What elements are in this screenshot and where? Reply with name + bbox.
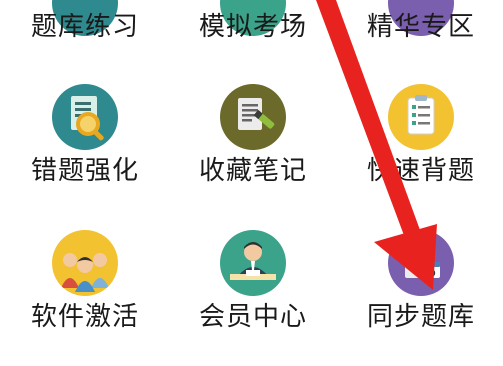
people-icon — [52, 230, 118, 296]
tile-sync[interactable]: 20 同步题库 — [346, 230, 496, 340]
magnifier-document-icon — [52, 84, 118, 150]
calendar-day-text: 20 — [424, 269, 436, 278]
tile-quick-label: 快速背题 — [366, 156, 475, 186]
tile-practice[interactable]: 题库练习 — [10, 0, 160, 42]
tile-practice-label: 题库练习 — [30, 12, 139, 42]
tile-exam-label: 模拟考场 — [198, 12, 307, 42]
person-desk-icon — [220, 230, 286, 296]
tile-notes[interactable]: 收藏笔记 — [178, 84, 328, 194]
tile-member-label: 会员中心 — [198, 302, 307, 332]
tile-essence[interactable]: 精华专区 — [346, 0, 496, 42]
tile-activate-label: 软件激活 — [30, 302, 139, 332]
tile-activate[interactable]: 软件激活 — [10, 230, 160, 340]
tile-exam[interactable]: 模拟考场 — [178, 0, 328, 42]
calendar-document-icon: 20 — [388, 230, 454, 296]
tile-sync-label: 同步题库 — [366, 302, 475, 332]
tile-mistakes[interactable]: 错题强化 — [10, 84, 160, 194]
tile-quick[interactable]: 快速背题 — [346, 84, 496, 194]
notes-pen-icon — [220, 84, 286, 150]
tile-notes-label: 收藏笔记 — [198, 156, 307, 186]
tile-mistakes-label: 错题强化 — [30, 156, 139, 186]
checklist-icon — [388, 84, 454, 150]
tile-member[interactable]: 会员中心 — [178, 230, 328, 340]
tile-essence-label: 精华专区 — [366, 12, 475, 42]
